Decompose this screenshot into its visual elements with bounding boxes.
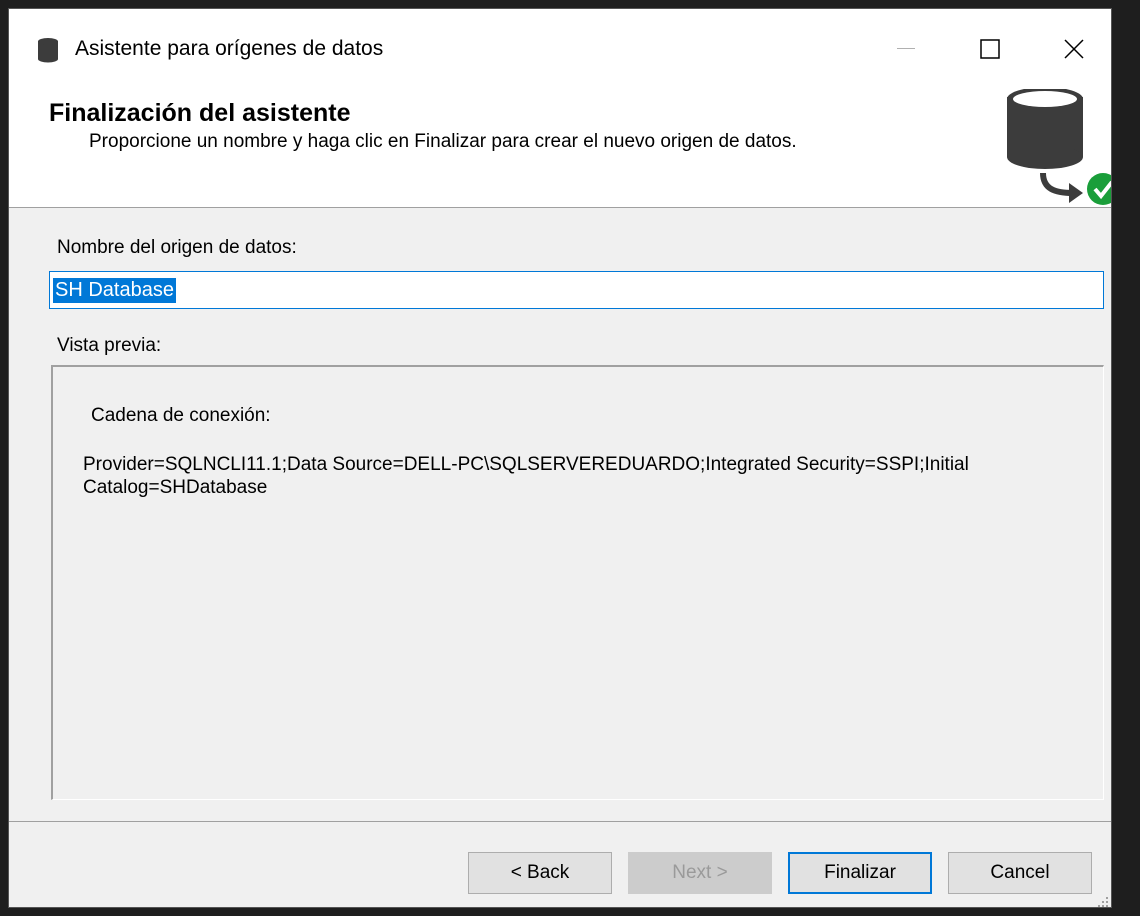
database-check-icon (999, 87, 1111, 207)
data-source-name-input[interactable]: SH Database (49, 271, 1104, 309)
back-button[interactable]: < Back (468, 852, 612, 894)
minimize-button[interactable] (864, 9, 948, 89)
resize-grip-icon[interactable] (1095, 894, 1109, 907)
next-button: Next > (628, 852, 772, 894)
wizard-footer: < Back Next > Finalizar Cancel (9, 821, 1111, 907)
maximize-button[interactable] (948, 9, 1032, 89)
connection-string-label: Cadena de conexión: (91, 405, 271, 426)
close-button[interactable] (1032, 9, 1111, 89)
preview-panel: Cadena de conexión: Provider=SQLNCLI11.1… (51, 365, 1104, 800)
page-subtitle: Proporcione un nombre y haga clic en Fin… (89, 131, 797, 152)
finish-button[interactable]: Finalizar (788, 852, 932, 894)
wizard-header: Finalización del asistente Proporcione u… (9, 87, 1111, 208)
page-title: Finalización del asistente (49, 99, 351, 127)
title-bar[interactable]: Asistente para orígenes de datos (9, 9, 1111, 89)
data-source-name-value: SH Database (53, 277, 176, 303)
wizard-window: Asistente para orígenes de datos Finaliz… (8, 8, 1112, 908)
preview-label: Vista previa: (57, 335, 162, 356)
window-title: Asistente para orígenes de datos (75, 37, 384, 60)
minimize-icon (897, 48, 915, 49)
close-icon (1064, 39, 1084, 59)
connection-string-value: Provider=SQLNCLI11.1;Data Source=DELL-PC… (83, 454, 969, 498)
maximize-icon (980, 39, 1000, 59)
database-icon (37, 37, 59, 63)
cancel-button[interactable]: Cancel (948, 852, 1092, 894)
name-label: Nombre del origen de datos: (57, 237, 297, 258)
